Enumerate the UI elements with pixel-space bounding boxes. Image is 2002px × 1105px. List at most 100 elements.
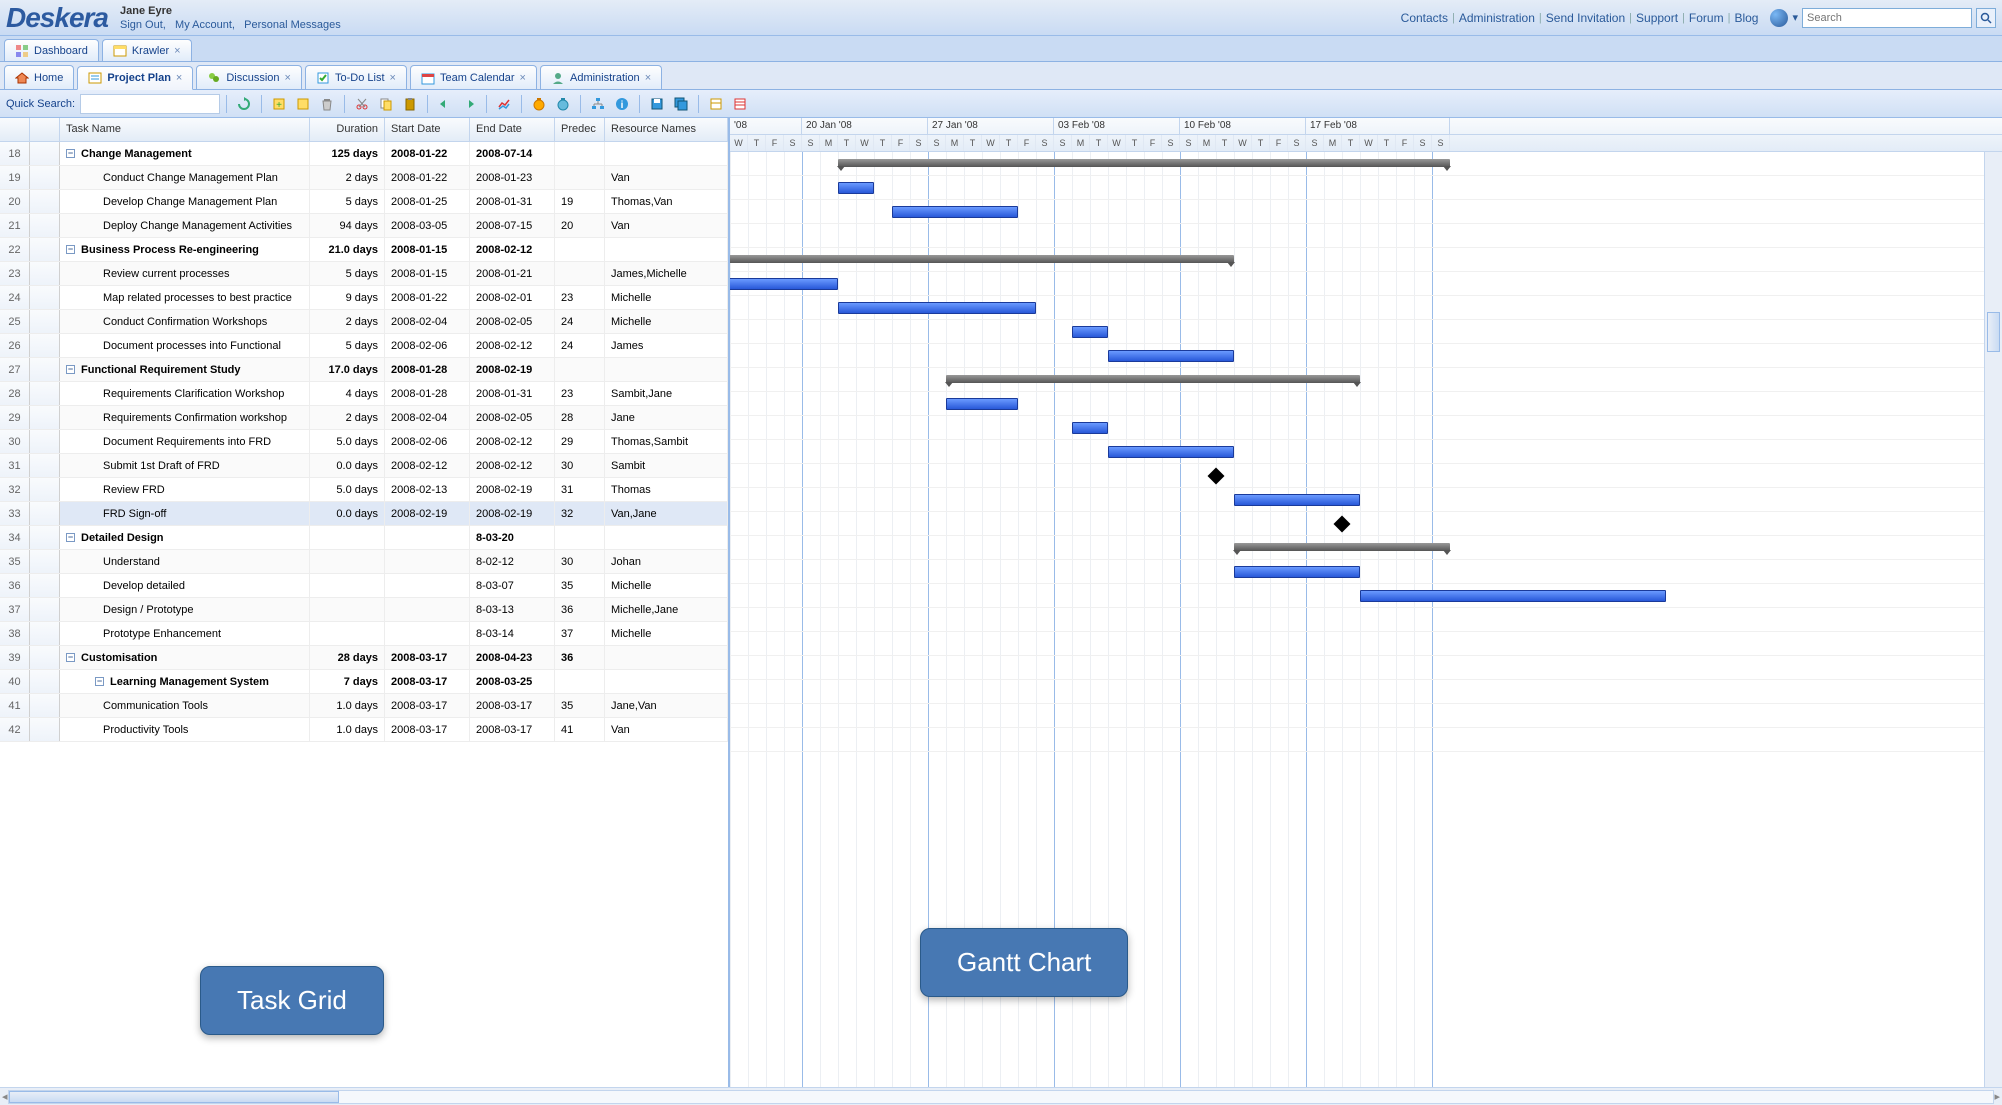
col-duration[interactable]: Duration <box>310 118 385 141</box>
contacts-link[interactable]: Contacts <box>1401 11 1448 25</box>
refresh-button[interactable] <box>233 93 255 115</box>
save-button[interactable] <box>646 93 668 115</box>
close-icon[interactable]: × <box>390 72 396 84</box>
paste-button[interactable] <box>399 93 421 115</box>
grid-body: 18−Change Management125 days2008-01-2220… <box>0 142 728 1087</box>
table-row[interactable]: 37Design / Prototype8-03-1336Michelle,Ja… <box>0 598 728 622</box>
view1-button[interactable] <box>705 93 727 115</box>
tab-label: Krawler <box>132 45 169 57</box>
col-enddate[interactable]: End Date <box>470 118 555 141</box>
tab-dashboard[interactable]: Dashboard <box>4 39 99 61</box>
col-rownum[interactable] <box>0 118 30 141</box>
saveall-button[interactable] <box>670 93 692 115</box>
hierarchy-button[interactable] <box>587 93 609 115</box>
table-row[interactable]: 36Develop detailed8-03-0735Michelle <box>0 574 728 598</box>
table-row[interactable]: 39−Customisation28 days2008-03-172008-04… <box>0 646 728 670</box>
add-button[interactable]: + <box>268 93 290 115</box>
tab-krawler[interactable]: Krawler × <box>102 39 192 61</box>
subtab-label: To-Do List <box>335 72 385 84</box>
col-startdate[interactable]: Start Date <box>385 118 470 141</box>
collapse-icon[interactable]: − <box>66 149 75 158</box>
delete-button[interactable] <box>316 93 338 115</box>
table-row[interactable]: 29Requirements Confirmation workshop2 da… <box>0 406 728 430</box>
collapse-icon[interactable]: − <box>66 245 75 254</box>
myaccount-link[interactable]: My Account <box>175 19 232 31</box>
task-grid-panel: Task Name Duration Start Date End Date P… <box>0 118 730 1087</box>
close-icon[interactable]: × <box>645 72 651 84</box>
messages-link[interactable]: Personal Messages <box>244 19 341 31</box>
collapse-icon[interactable]: − <box>66 653 75 662</box>
view2-button[interactable] <box>729 93 751 115</box>
table-row[interactable]: 22−Business Process Re-engineering21.0 d… <box>0 238 728 262</box>
table-row[interactable]: 33FRD Sign-off0.0 days2008-02-192008-02-… <box>0 502 728 526</box>
dropdown-icon[interactable]: ▾ <box>1792 11 1798 24</box>
calendar-icon <box>421 71 435 85</box>
collapse-icon[interactable]: − <box>66 533 75 542</box>
blog-link[interactable]: Blog <box>1734 11 1758 25</box>
table-row[interactable]: 38Prototype Enhancement8-03-1437Michelle <box>0 622 728 646</box>
table-row[interactable]: 18−Change Management125 days2008-01-2220… <box>0 142 728 166</box>
administration-link[interactable]: Administration <box>1459 11 1535 25</box>
cut-button[interactable] <box>351 93 373 115</box>
close-icon[interactable]: × <box>520 72 526 84</box>
table-row[interactable]: 25Conduct Confirmation Workshops2 days20… <box>0 310 728 334</box>
table-row[interactable]: 23Review current processes5 days2008-01-… <box>0 262 728 286</box>
vertical-scrollbar[interactable] <box>1984 152 2002 1087</box>
user-links: Sign Out, My Account, Personal Messages <box>120 18 341 32</box>
table-row[interactable]: 24Map related processes to best practice… <box>0 286 728 310</box>
col-indicator[interactable] <box>30 118 60 141</box>
close-icon[interactable]: × <box>174 45 180 57</box>
table-row[interactable]: 32Review FRD5.0 days2008-02-132008-02-19… <box>0 478 728 502</box>
table-row[interactable]: 19Conduct Change Management Plan2 days20… <box>0 166 728 190</box>
signout-link[interactable]: Sign Out <box>120 19 163 31</box>
subtab-discussion[interactable]: Discussion × <box>196 65 302 89</box>
table-row[interactable]: 30Document Requirements into FRD5.0 days… <box>0 430 728 454</box>
col-predecessor[interactable]: Predec <box>555 118 605 141</box>
subtab-todo[interactable]: To-Do List × <box>305 65 407 89</box>
table-row[interactable]: 34−Detailed Design8-03-20 <box>0 526 728 550</box>
user-name: Jane Eyre <box>120 4 341 18</box>
table-row[interactable]: 20Develop Change Management Plan5 days20… <box>0 190 728 214</box>
indent-button[interactable] <box>458 93 480 115</box>
chart-button[interactable] <box>493 93 515 115</box>
horizontal-scrollbar[interactable]: ◂ ▸ <box>0 1087 2002 1105</box>
support-link[interactable]: Support <box>1636 11 1678 25</box>
search-button[interactable] <box>1976 8 1996 28</box>
table-row[interactable]: 27−Functional Requirement Study17.0 days… <box>0 358 728 382</box>
table-row[interactable]: 28Requirements Clarification Workshop4 d… <box>0 382 728 406</box>
quick-search-label: Quick Search: <box>6 98 75 110</box>
table-row[interactable]: 31Submit 1st Draft of FRD0.0 days2008-02… <box>0 454 728 478</box>
col-resources[interactable]: Resource Names <box>605 118 728 141</box>
col-taskname[interactable]: Task Name <box>60 118 310 141</box>
global-search-input[interactable] <box>1802 8 1972 28</box>
subtab-project-plan[interactable]: Project Plan × <box>77 66 193 90</box>
collapse-icon[interactable]: − <box>95 677 104 686</box>
table-row[interactable]: 21Deploy Change Management Activities94 … <box>0 214 728 238</box>
table-row[interactable]: 42Productivity Tools1.0 days2008-03-1720… <box>0 718 728 742</box>
gantt-header: '0820 Jan '0827 Jan '0803 Feb '0810 Feb … <box>730 118 2002 152</box>
home-icon <box>15 71 29 85</box>
subtab-home[interactable]: Home <box>4 65 74 89</box>
table-row[interactable]: 26Document processes into Functional5 da… <box>0 334 728 358</box>
outdent-button[interactable] <box>434 93 456 115</box>
subtab-calendar[interactable]: Team Calendar × <box>410 65 537 89</box>
admin-icon <box>551 71 565 85</box>
info-button[interactable]: i <box>611 93 633 115</box>
close-icon[interactable]: × <box>176 72 182 84</box>
subtab-admin[interactable]: Administration × <box>540 65 662 89</box>
timer-stop-button[interactable] <box>552 93 574 115</box>
user-block: Jane Eyre Sign Out, My Account, Personal… <box>120 4 341 32</box>
quick-search-input[interactable] <box>80 94 220 114</box>
globe-icon[interactable] <box>1770 9 1788 27</box>
table-row[interactable]: 40−Learning Management System7 days2008-… <box>0 670 728 694</box>
send-invitation-link[interactable]: Send Invitation <box>1546 11 1625 25</box>
forum-link[interactable]: Forum <box>1689 11 1724 25</box>
close-icon[interactable]: × <box>285 72 291 84</box>
edit-button[interactable] <box>292 93 314 115</box>
copy-button[interactable] <box>375 93 397 115</box>
timer-start-button[interactable] <box>528 93 550 115</box>
collapse-icon[interactable]: − <box>66 365 75 374</box>
table-row[interactable]: 35Understand8-02-1230Johan <box>0 550 728 574</box>
gantt-panel: '0820 Jan '0827 Jan '0803 Feb '0810 Feb … <box>730 118 2002 1087</box>
table-row[interactable]: 41Communication Tools1.0 days2008-03-172… <box>0 694 728 718</box>
